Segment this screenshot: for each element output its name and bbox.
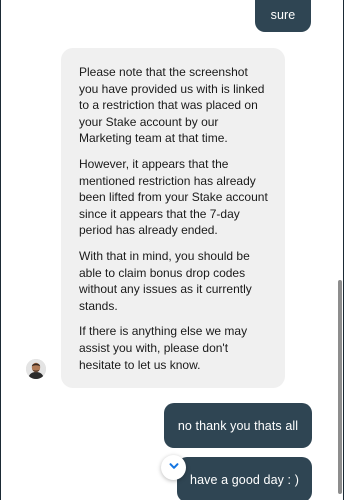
chat-window: sure Please note that the screenshot you… (0, 0, 344, 500)
agent-message-paragraph: With that in mind, you should be able to… (79, 248, 252, 313)
user-message-text: have a good day : ) (190, 472, 299, 487)
user-message: have a good day : ) (177, 457, 312, 500)
chevron-down-icon (168, 459, 180, 477)
agent-message: Please note that the screenshot you have… (61, 48, 285, 388)
agent-message-paragraph: If there is anything else we may assist … (79, 324, 248, 372)
scrollbar-thumb[interactable] (338, 280, 342, 494)
agent-message-paragraph: Please note that the screenshot you have… (79, 65, 265, 146)
user-message: sure (255, 0, 311, 32)
user-message: no thank you thats all (164, 403, 312, 448)
agent-avatar (26, 359, 46, 379)
scroll-down-button[interactable] (161, 455, 186, 480)
user-message-text: no thank you thats all (177, 418, 299, 433)
agent-message-paragraph: However, it appears that the mentioned r… (79, 156, 268, 238)
user-message-text: sure (270, 8, 296, 22)
